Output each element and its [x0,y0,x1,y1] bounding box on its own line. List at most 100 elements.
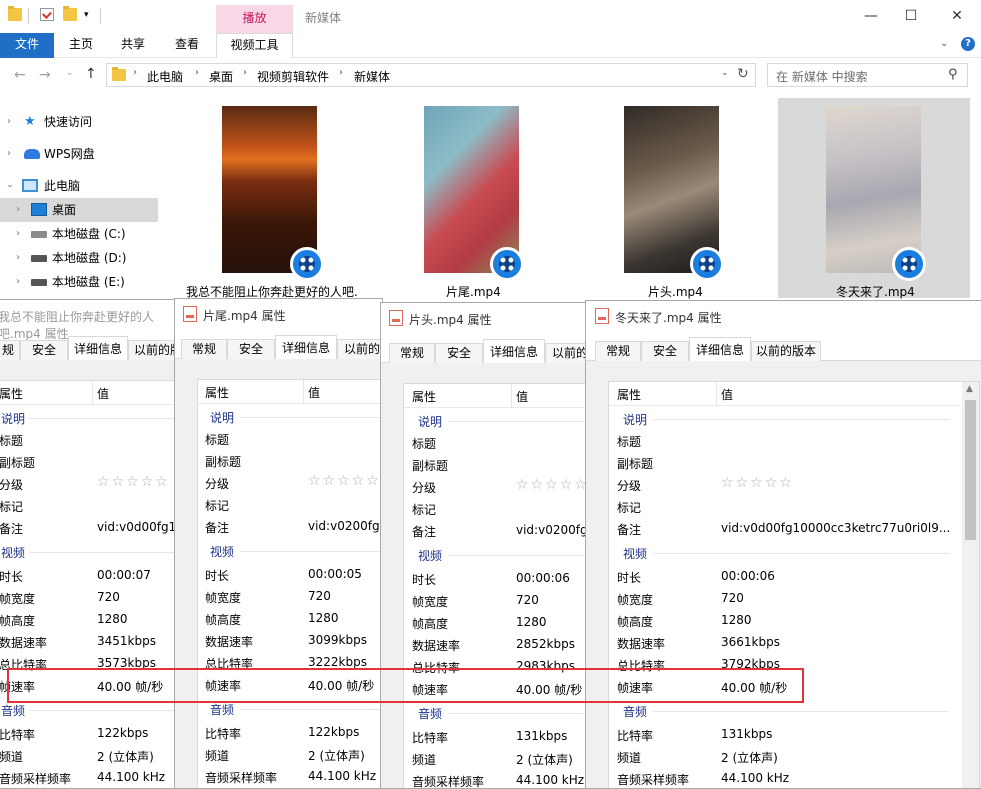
address-dropdown-icon[interactable]: ⌄ [721,68,729,78]
properties-dialog: 冬天来了.mp4 属性 常规 安全 详细信息 以前的版本 属性值 说明 标题 副… [585,300,981,789]
dialog-tabs: 常规 安全 详细信息 以前的版本 [381,339,589,364]
tab-details[interactable]: 详细信息 [483,339,545,364]
dialog-tabs: 常规 安全 详细信息 以前的版本 [175,335,382,360]
video-player-icon [490,247,524,281]
tab-security[interactable]: 安全 [227,339,275,359]
file-item[interactable]: 片尾.mp4 [376,98,568,299]
computer-icon [22,179,38,192]
desktop-icon [31,203,47,216]
search-box[interactable]: 在 新媒体 中搜索 ⚲ [767,63,968,87]
divider [100,8,101,24]
tab-share[interactable]: 共享 [112,33,154,58]
tab-general[interactable]: 常规 [595,341,641,361]
folder-icon [112,67,126,81]
maximize-button[interactable]: ☐ [897,4,925,28]
forward-button[interactable]: → [39,67,51,83]
dialog-title: 片头.mp4 属性 [409,313,492,327]
nav-drive-c[interactable]: › 本地磁盘 (C:) [0,222,158,246]
star-icon: ★ [24,114,36,129]
rating-stars[interactable]: ☆☆☆☆☆ [308,473,381,489]
back-button[interactable]: ← [14,67,26,83]
ribbon-tabs: 文件 主页 共享 查看 视频工具 ⌄ ? [0,33,981,58]
file-name: 片头.mp4 [648,285,703,299]
context-tab-play: 播放 [216,5,293,33]
tab-general[interactable]: 常规 [389,343,435,363]
details-list: 属性值 说明 标题 副标题 分级☆☆☆☆☆ 标记 备注vid:v0d00fg10… [0,380,174,788]
file-item[interactable]: 我总不能阻止你奔赴更好的人吧. [174,98,366,299]
dialog-tabs: 常规 安全 详细信息 以前的版本 [586,337,981,362]
tab-general[interactable]: 常规 [181,339,227,359]
search-input[interactable]: 在 新媒体 中搜索 [776,68,868,85]
title-bar: ▾ 播放 新媒体 — ☐ ✕ [0,0,981,33]
nav-wps-drive[interactable]: › WPS网盘 [0,142,158,166]
nav-desktop[interactable]: › 桌面 [0,198,158,222]
nav-this-pc[interactable]: › 此电脑 [0,174,158,198]
address-bar[interactable]: › 此电脑 › 桌面 › 视频剪辑软件 › 新媒体 ⌄ ↻ [106,63,756,87]
rating-stars[interactable]: ☆☆☆☆☆ [721,475,794,491]
nav-drive-e[interactable]: › 本地磁盘 (E:) [0,270,158,294]
help-icon[interactable]: ? [961,37,975,51]
highlight-box [7,668,804,703]
properties-dialog: 片头.mp4 属性 常规 安全 详细信息 以前的版本 属性值 说明 标题 副标题… [380,302,590,789]
tab-security[interactable]: 安全 [641,341,689,361]
tab-details[interactable]: 详细信息 [275,335,337,360]
breadcrumb-new-media[interactable]: 新媒体 [354,68,390,85]
dialog-title: 片尾.mp4 属性 [203,309,286,323]
dialog-tabs: 规 安全 详细信息 以前的版本 [0,336,174,361]
drive-icon [31,255,47,262]
folder-icon [8,6,22,21]
rating-stars[interactable]: ☆☆☆☆☆ [516,477,589,493]
scroll-up-icon[interactable]: ▲ [966,384,973,394]
properties-dialog: 我总不能阻止你奔赴更好的人吧.mp4 属性 规 安全 详细信息 以前的版本 属性… [0,299,175,789]
tab-home[interactable]: 主页 [60,33,102,58]
details-list: 属性值 说明 标题 副标题 分级☆☆☆☆☆ 标记 备注vid:v0200fg10… [403,383,589,788]
tab-security[interactable]: 安全 [20,340,68,360]
video-player-icon [892,247,926,281]
window-title: 新媒体 [305,11,342,25]
ribbon-expand-icon[interactable]: ⌄ [940,38,948,49]
new-folder-icon[interactable] [63,6,77,21]
video-player-icon [690,247,724,281]
scroll-thumb[interactable] [965,400,976,540]
close-button[interactable]: ✕ [943,4,971,28]
section-description: 说明 [0,407,174,429]
breadcrumb-desktop[interactable]: 桌面 [209,68,233,85]
divider [28,8,29,24]
file-item[interactable]: 冬天来了.mp4 [778,98,970,299]
properties-icon[interactable] [40,8,54,21]
breadcrumb-video-software[interactable]: 视频剪辑软件 [257,68,329,85]
recent-dropdown-icon[interactable]: ⌄ [66,68,74,78]
file-name: 冬天来了.mp4 [836,285,915,299]
rating-stars[interactable]: ☆☆☆☆☆ [97,474,170,490]
file-item[interactable]: 片头.mp4 [576,98,768,299]
tab-previous-versions[interactable]: 以前的版本 [545,343,589,363]
quick-access-dropdown-icon[interactable]: ▾ [84,10,89,20]
video-player-icon [290,247,324,281]
tab-view[interactable]: 查看 [166,33,208,58]
dialog-title: 冬天来了.mp4 属性 [615,311,722,325]
file-name: 片尾.mp4 [446,285,501,299]
tab-video-tools[interactable]: 视频工具 [216,33,293,58]
tab-previous-versions[interactable]: 以前的版本 [337,339,382,359]
tab-details[interactable]: 详细信息 [68,336,128,361]
drive-icon [31,231,47,238]
nav-quick-access[interactable]: › ★ 快速访问 [0,110,158,134]
minimize-button[interactable]: — [857,4,885,28]
tab-file[interactable]: 文件 [0,33,54,58]
breadcrumb-this-pc[interactable]: 此电脑 [147,68,183,85]
properties-dialog: 片尾.mp4 属性 常规 安全 详细信息 以前的版本 属性值 说明 标题 副标题… [174,298,383,789]
tab-general[interactable]: 规 [0,340,20,360]
tab-previous-versions[interactable]: 以前的版本 [751,341,821,361]
section-video: 视频 [0,541,174,563]
drive-icon [31,279,47,286]
search-icon: ⚲ [948,67,958,82]
refresh-icon[interactable]: ↻ [737,66,749,82]
details-list: 属性值 说明 标题 副标题 分级☆☆☆☆☆ 标记 备注vid:v0200fg10… [197,379,382,788]
tab-security[interactable]: 安全 [435,343,483,363]
tab-details[interactable]: 详细信息 [689,337,751,362]
scrollbar[interactable]: ▲ [962,382,979,788]
up-button[interactable]: ↑ [85,66,97,82]
tab-previous-versions[interactable]: 以前的版本 [128,340,174,360]
cloud-icon [24,149,40,159]
nav-drive-d[interactable]: › 本地磁盘 (D:) [0,246,158,270]
